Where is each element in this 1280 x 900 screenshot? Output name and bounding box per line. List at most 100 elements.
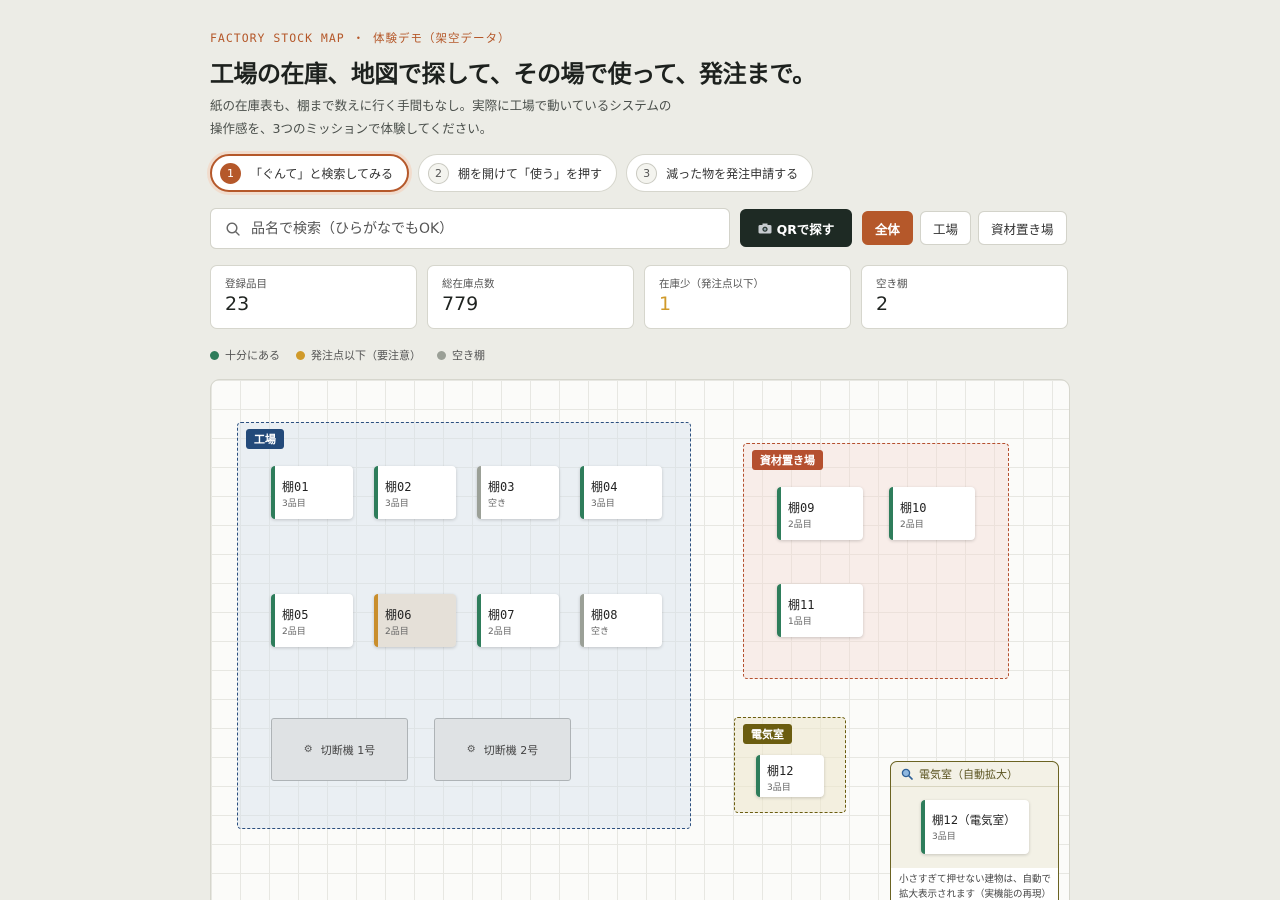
machine-label: 切断機 1号 [320,743,376,757]
machine-cutter-2[interactable]: ⚙ 切断機 2号 [434,718,571,781]
shelf-name: 棚02 [385,480,412,494]
magnifier-icon [901,768,913,780]
legend-dot [210,350,219,360]
search-box[interactable] [210,208,730,249]
mission-label: 減った物を発注申請する [666,166,799,181]
search-icon [226,221,240,236]
machine-cutter-1[interactable]: ⚙ 切断機 1号 [271,718,408,781]
shelf-count: 3品目 [767,783,791,793]
legend-item-empty: 空き棚 [437,347,485,363]
legend: 十分にある 発注点以下（要注意） 空き棚 [210,347,485,363]
zone-label-factory: 工場 [246,429,284,449]
legend-item-ok: 十分にある [210,347,280,363]
shelf-09[interactable]: 棚09 2品目 [777,487,863,540]
mission-number: 1 [220,162,241,184]
shelf-count: 2品目 [488,627,512,637]
shelf-02[interactable]: 棚02 3品目 [374,466,456,519]
stat-value: 2 [876,293,889,315]
zone-materials[interactable]: 資材置き場 [743,443,1009,679]
zone-label-materials: 資材置き場 [752,450,823,470]
shelf-count: 2品目 [385,627,409,637]
stat-card-empty: 空き棚 2 [861,265,1068,329]
shelf-count: 空き [488,499,507,509]
mission-label: 棚を開けて「使う」を押す [458,166,603,181]
legend-dot [296,350,305,360]
stat-card-low: 在庫少（発注点以下） 1 [644,265,851,329]
legend-label: 十分にある [225,349,280,362]
mission-2[interactable]: 2 棚を開けて「使う」を押す [418,154,618,192]
qr-search-button[interactable]: QRで探す [740,209,852,247]
qr-button-label: QRで探す [776,221,835,237]
stats-row: 登録品目 23 総在庫点数 779 在庫少（発注点以下） 1 空き棚 2 [210,265,1068,329]
shelf-06[interactable]: 棚06 2品目 [374,594,456,647]
mission-1[interactable]: 1 「ぐんて」と検索してみる [210,154,410,192]
shelf-name: 棚12 [767,764,794,778]
legend-label: 空き棚 [452,349,485,362]
stat-card-total: 総在庫点数 779 [427,265,634,329]
stock-map[interactable]: 工場 資材置き場 電気室 棚01 3品目 棚02 3品目 棚03 空き 棚04 … [210,379,1070,900]
shelf-name: 棚12（電気室） [932,813,1016,827]
shelf-count: 2品目 [282,627,306,637]
legend-dot [437,350,446,360]
zoom-shelf-12[interactable]: 棚12（電気室） 3品目 [921,800,1029,854]
shelf-name: 棚06 [385,608,412,622]
stat-label: 登録品目 [225,278,267,290]
shelf-07[interactable]: 棚07 2品目 [477,594,559,647]
shelf-count: 3品目 [932,832,956,842]
shelf-count: 1品目 [788,617,812,627]
shelf-05[interactable]: 棚05 2品目 [271,594,353,647]
shelf-name: 棚09 [788,501,815,515]
shelf-count: 空き [591,627,610,637]
shelf-name: 棚04 [591,480,618,494]
shelf-count: 3品目 [385,499,409,509]
stat-value: 779 [442,293,479,315]
zoom-panel-header: 電気室（自動拡大） [891,762,1058,787]
stat-value: 1 [659,293,672,315]
filter-factory[interactable]: 工場 [920,211,972,245]
shelf-count: 2品目 [900,520,924,530]
stat-label: 総在庫点数 [442,278,495,290]
shelf-name: 棚11 [788,598,815,612]
shelf-08[interactable]: 棚08 空き [580,594,662,647]
zoom-panel-title: 電気室（自動拡大） [919,768,1018,781]
camera-icon [758,223,772,233]
filter-materials[interactable]: 資材置き場 [978,211,1067,245]
shelf-04[interactable]: 棚04 3品目 [580,466,662,519]
shelf-name: 棚07 [488,608,515,622]
stat-card-items: 登録品目 23 [210,265,417,329]
shelf-name: 棚01 [282,480,309,494]
mission-3[interactable]: 3 減った物を発注申請する [626,154,814,192]
shelf-12[interactable]: 棚12 3品目 [756,755,824,797]
shelf-03[interactable]: 棚03 空き [477,466,559,519]
legend-label: 発注点以下（要注意） [311,349,421,362]
shelf-name: 棚08 [591,608,618,622]
eyebrow: FACTORY STOCK MAP ・ 体験デモ（架空データ） [210,31,511,45]
mission-label: 「ぐんて」と検索してみる [250,166,394,181]
mission-list: 1 「ぐんて」と検索してみる 2 棚を開けて「使う」を押す 3 減った物を発注申… [210,154,814,192]
gear-icon: ⚙ [466,744,476,755]
gear-icon: ⚙ [303,744,313,755]
page-title: 工場の在庫、地図で探して、その場で使って、発注まで。 [210,60,816,88]
shelf-count: 3品目 [591,499,615,509]
search-input[interactable] [251,220,729,237]
mission-number: 2 [428,162,450,184]
mission-number: 3 [636,162,658,184]
stat-label: 空き棚 [876,278,908,290]
shelf-name: 棚10 [900,501,927,515]
shelf-count: 3品目 [282,499,306,509]
shelf-count: 2品目 [788,520,812,530]
shelf-name: 棚03 [488,480,515,494]
zone-label-electric: 電気室 [743,724,792,744]
lead-text: 紙の在庫表も、棚まで数えに行く手間もなし。実際に工場で動いているシステムの操作感… [210,98,672,136]
zoom-panel: 電気室（自動拡大） 棚12（電気室） 3品目 小さすぎて押せない建物は、自動で拡… [890,761,1059,900]
shelf-10[interactable]: 棚10 2品目 [889,487,975,540]
filter-all[interactable]: 全体 [862,211,914,245]
shelf-11[interactable]: 棚11 1品目 [777,584,863,637]
shelf-01[interactable]: 棚01 3品目 [271,466,353,519]
area-filter: 全体 工場 資材置き場 [862,211,1067,245]
stat-value: 23 [225,293,250,315]
legend-item-low: 発注点以下（要注意） [296,347,421,363]
stat-label: 在庫少（発注点以下） [659,278,764,290]
machine-label: 切断機 2号 [483,743,539,757]
shelf-name: 棚05 [282,608,309,622]
